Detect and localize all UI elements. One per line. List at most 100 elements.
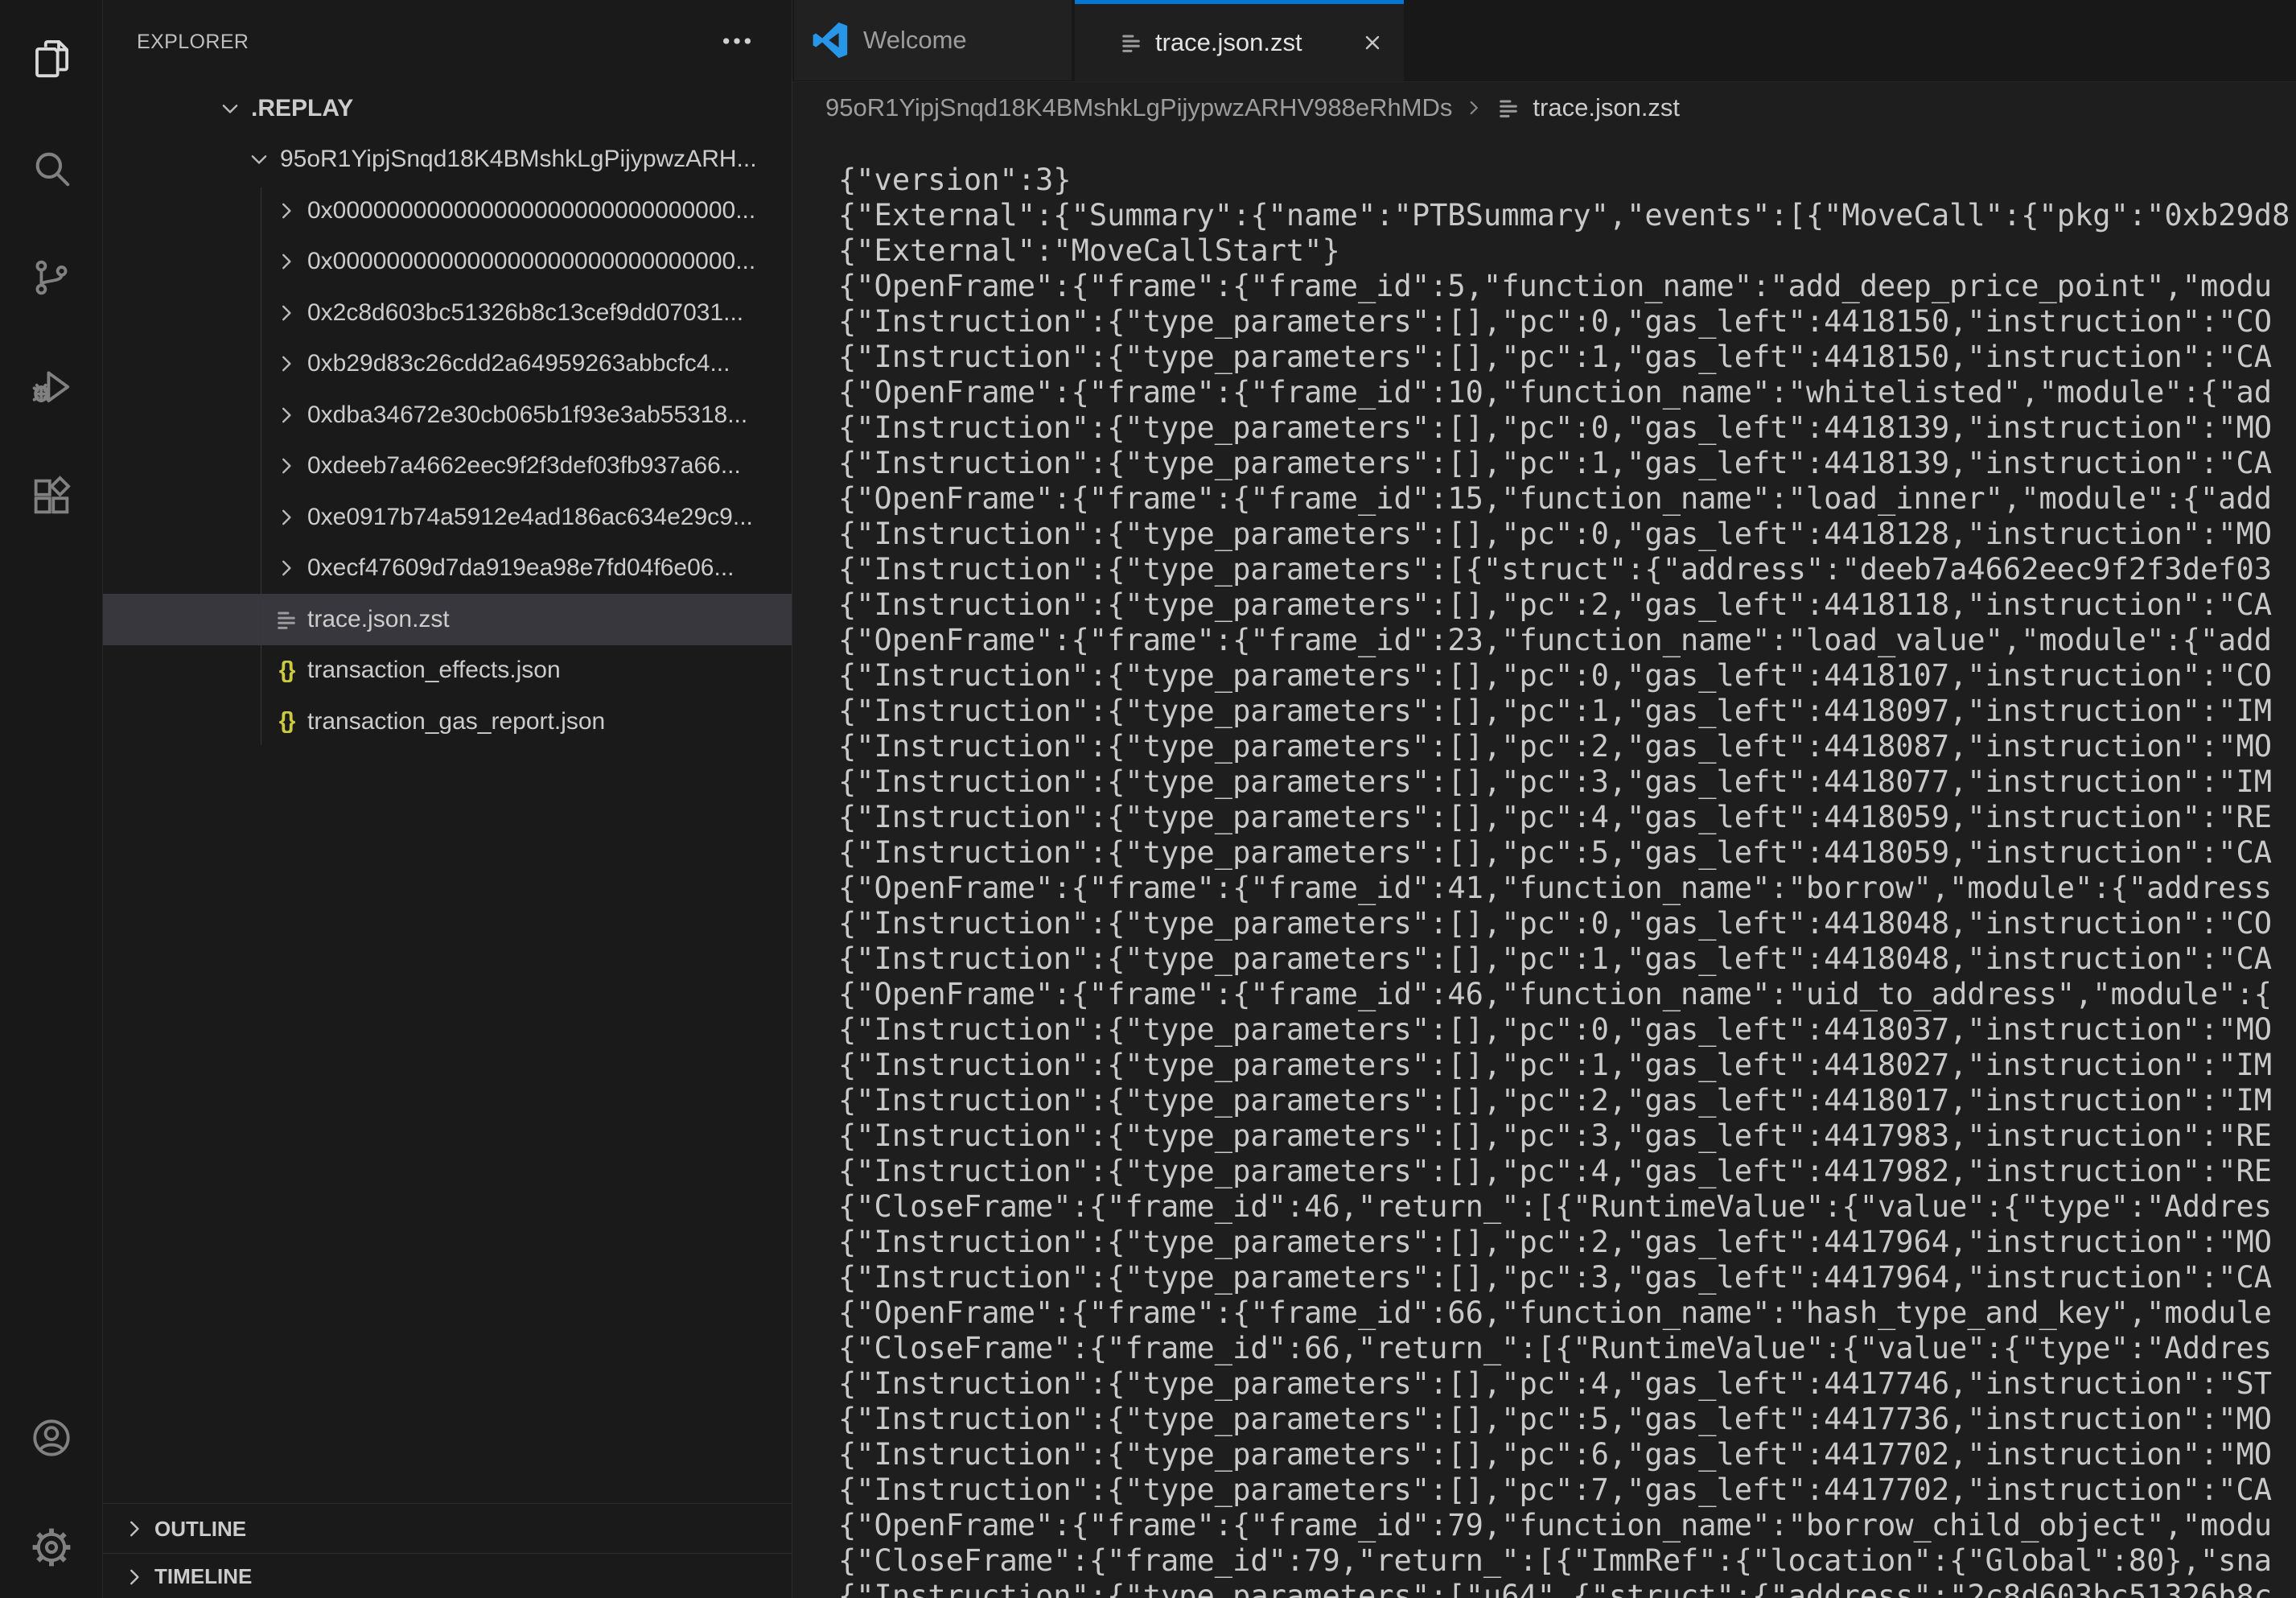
tree-item-folder[interactable]: 0x000000000000000000000000000000... — [103, 237, 792, 288]
chevron-right-icon — [274, 453, 299, 479]
chevron-right-icon — [274, 505, 299, 530]
tree-item-label: 0x000000000000000000000000000000... — [307, 248, 772, 275]
vscode-logo-icon — [812, 22, 849, 59]
tree-item-file[interactable]: trace.json.zst — [103, 594, 792, 645]
code-line: {"Instruction":{"type_parameters":[],"pc… — [838, 410, 2296, 446]
tree-item-folder[interactable]: 0xe0917b74a5912e4ad186ac634e29c9... — [103, 492, 792, 543]
code-line: {"Instruction":{"type_parameters":[],"pc… — [838, 1083, 2296, 1118]
tab-bar: Welcome trace.json.zst — [792, 0, 2296, 82]
code-line: {"OpenFrame":{"frame":{"frame_id":23,"fu… — [838, 623, 2296, 658]
code-line: {"CloseFrame":{"frame_id":66,"return_":[… — [838, 1331, 2296, 1366]
chevron-right-icon — [274, 249, 299, 274]
tree-item-folder[interactable]: 0xecf47609d7da919ea98e7fd04f6e06... — [103, 543, 792, 595]
tree-item-label: 0xdba34672e30cb065b1f93e3ab55318... — [307, 402, 763, 429]
chevron-right-icon — [274, 300, 299, 326]
file-tree: .REPLAY 95oR1YipjSnqd18K4BMshkLgPijypwzAR… — [103, 83, 792, 748]
section-timeline[interactable]: TIMELINE — [103, 1553, 792, 1598]
tab-trace-json-zst[interactable]: trace.json.zst — [1075, 0, 1404, 81]
explorer-activity-button[interactable] — [0, 4, 102, 113]
tree-item-folder[interactable]: 0x000000000000000000000000000000... — [103, 185, 792, 237]
file-lines-icon — [1118, 30, 1144, 56]
chevron-right-icon — [274, 402, 299, 428]
code-line: {"Instruction":{"type_parameters":[],"pc… — [838, 1154, 2296, 1189]
code-line: {"OpenFrame":{"frame":{"frame_id":15,"fu… — [838, 481, 2296, 517]
code-line: {"OpenFrame":{"frame":{"frame_id":46,"fu… — [838, 977, 2296, 1012]
sidebar-header: EXPLORER — [103, 0, 792, 84]
tree-item-label: 0x2c8d603bc51326b8c13cef9dd07031... — [307, 299, 759, 327]
json-file-icon: {} — [274, 708, 299, 735]
code-line: {"Instruction":{"type_parameters":["u64"… — [838, 1579, 2296, 1598]
code-line: {"Instruction":{"type_parameters":[],"pc… — [838, 1012, 2296, 1048]
tree-item-folder[interactable]: .REPLAY — [103, 83, 792, 134]
code-line: {"Instruction":{"type_parameters":[],"pc… — [838, 1366, 2296, 1402]
tree-item-label: .REPLAY — [251, 95, 369, 122]
code-line: {"OpenFrame":{"frame":{"frame_id":41,"fu… — [838, 871, 2296, 906]
tree-item-label: 95oR1YipjSnqd18K4BMshkLgPijypwzARH... — [280, 146, 773, 173]
code-line: {"Instruction":{"type_parameters":[],"pc… — [838, 941, 2296, 977]
tree-item-label: 0x000000000000000000000000000000... — [307, 197, 772, 224]
source-control-icon — [30, 256, 73, 299]
code-line: {"OpenFrame":{"frame":{"frame_id":66,"fu… — [838, 1295, 2296, 1331]
section-label: OUTLINE — [154, 1517, 246, 1542]
tree-item-label: transaction_gas_report.json — [307, 708, 621, 735]
breadcrumb: 95oR1YipjSnqd18K4BMshkLgPijypwzARHV988eR… — [825, 82, 1680, 134]
extensions-icon — [30, 475, 73, 518]
tree-item-folder[interactable]: 0xdeeb7a4662eec9f2f3def03fb937a66... — [103, 441, 792, 492]
tree-item-file[interactable]: {} transaction_gas_report.json — [103, 696, 792, 748]
chevron-right-small-icon — [1463, 97, 1484, 118]
code-line: {"Instruction":{"type_parameters":[],"pc… — [838, 1402, 2296, 1437]
tree-item-folder[interactable]: 95oR1YipjSnqd18K4BMshkLgPijypwzARH... — [103, 134, 792, 186]
code-line: {"Instruction":{"type_parameters":[],"pc… — [838, 1260, 2296, 1295]
code-line: {"Instruction":{"type_parameters":[],"pc… — [838, 1437, 2296, 1472]
code-line: {"Instruction":{"type_parameters":[],"pc… — [838, 1472, 2296, 1508]
code-line: {"Instruction":{"type_parameters":[],"pc… — [838, 587, 2296, 623]
tree-item-file[interactable]: {}transaction_effects.json — [103, 645, 792, 697]
files-icon — [30, 37, 73, 80]
vscode-window: EXPLORER .REPLAY 95oR1YipjSnqd18K4BMshkLg… — [0, 0, 2296, 1598]
code-line: {"Instruction":{"type_parameters":[],"pc… — [838, 764, 2296, 800]
search-icon — [30, 146, 73, 190]
editor-content[interactable]: {"version":3}{"External":{"Summary":{"na… — [838, 163, 2296, 1598]
extensions-activity-button[interactable] — [0, 442, 102, 551]
close-tab-button[interactable] — [1359, 29, 1386, 56]
tree-item-folder[interactable]: 0xb29d83c26cdd2a64959263abbcfc4... — [103, 339, 792, 390]
section-outline[interactable]: OUTLINE — [103, 1503, 792, 1554]
more-actions-button[interactable] — [718, 32, 756, 52]
tree-item-folder[interactable]: 0x2c8d603bc51326b8c13cef9dd07031... — [103, 287, 792, 339]
file-lines-icon — [1496, 95, 1521, 121]
activity-bar-top — [0, 4, 102, 551]
breadcrumb-file[interactable]: trace.json.zst — [1533, 93, 1680, 122]
code-line: {"Instruction":{"type_parameters":[],"pc… — [838, 517, 2296, 552]
code-line: {"Instruction":{"type_parameters":[],"pc… — [838, 1118, 2296, 1154]
settings-button[interactable] — [0, 1493, 102, 1598]
code-line: {"CloseFrame":{"frame_id":79,"return_":[… — [838, 1543, 2296, 1579]
code-line: {"Instruction":{"type_parameters":[],"pc… — [838, 658, 2296, 694]
breadcrumb-folder[interactable]: 95oR1YipjSnqd18K4BMshkLgPijypwzARHV988eR… — [825, 93, 1452, 122]
account-button[interactable] — [0, 1383, 102, 1493]
code-line: {"Instruction":{"type_parameters":[],"pc… — [838, 800, 2296, 835]
editor-group: Welcome trace.json.zst 95oR1YipjSnqd18K4… — [792, 0, 2296, 1598]
run-debug-activity-button[interactable] — [0, 332, 102, 442]
tree-item-label: trace.json.zst — [307, 606, 466, 633]
chevron-right-icon — [122, 1517, 146, 1541]
tab-welcome[interactable]: Welcome — [794, 0, 1072, 80]
source-control-activity-button[interactable] — [0, 223, 102, 332]
activity-bar — [0, 0, 103, 1598]
code-line: {"Instruction":{"type_parameters":[{"str… — [838, 552, 2296, 587]
code-line: {"External":{"Summary":{"name":"PTBSumma… — [838, 198, 2296, 233]
code-line: {"Instruction":{"type_parameters":[],"pc… — [838, 694, 2296, 729]
section-label: TIMELINE — [154, 1564, 252, 1589]
chevron-right-icon — [122, 1565, 146, 1589]
explorer-sidebar: EXPLORER .REPLAY 95oR1YipjSnqd18K4BMshkLg… — [103, 0, 792, 1598]
tree-item-label: 0xdeeb7a4662eec9f2f3def03fb937a66... — [307, 452, 757, 480]
code-line: {"External":"MoveCallStart"} — [838, 233, 2296, 269]
search-activity-button[interactable] — [0, 113, 102, 223]
code-line: {"Instruction":{"type_parameters":[],"pc… — [838, 340, 2296, 375]
code-line: {"Instruction":{"type_parameters":[],"pc… — [838, 1225, 2296, 1260]
code-line: {"CloseFrame":{"frame_id":46,"return_":[… — [838, 1189, 2296, 1225]
ellipsis-icon — [721, 35, 753, 47]
chevron-down-icon — [217, 96, 243, 121]
close-icon — [1361, 31, 1384, 54]
tree-item-folder[interactable]: 0xdba34672e30cb065b1f93e3ab55318... — [103, 389, 792, 441]
code-line: {"OpenFrame":{"frame":{"frame_id":79,"fu… — [838, 1508, 2296, 1543]
